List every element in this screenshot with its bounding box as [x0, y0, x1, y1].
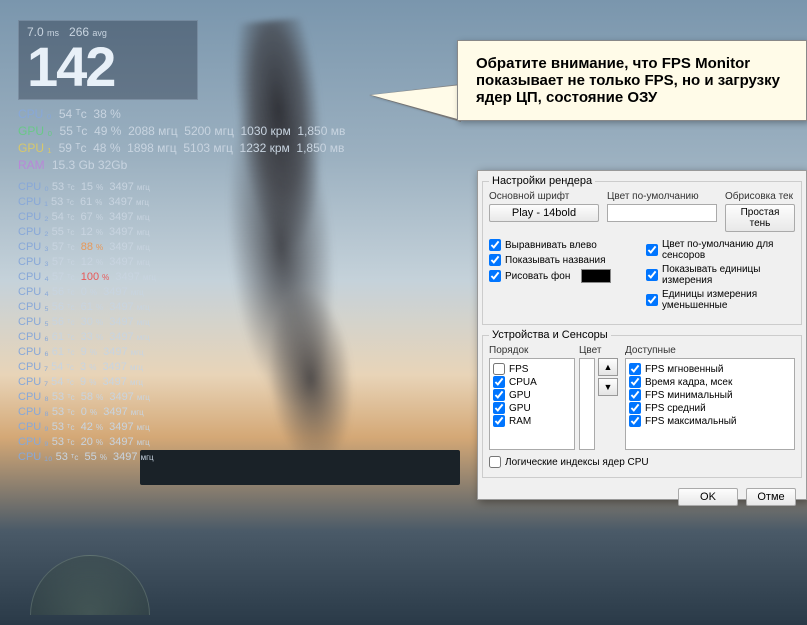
outline-label: Обрисовка тек	[725, 191, 795, 202]
cancel-button[interactable]: Отме	[746, 488, 796, 506]
show-units-checkbox[interactable]: Показывать единицы измерения	[646, 264, 795, 286]
settings-panel: Настройки рендера Основной шрифт Play - …	[477, 170, 807, 500]
default-color-label: Цвет по-умолчанию	[607, 191, 717, 202]
ok-button[interactable]: OK	[678, 488, 738, 506]
move-down-button[interactable]: ▼	[598, 378, 618, 396]
cpu-core-list: CPU ₀ 53 ᵀc 15 % 3497 мгцCPU ₁ 53 ᵀc 61 …	[18, 180, 345, 465]
logical-cores-checkbox[interactable]: Логические индексы ядер CPU	[489, 456, 795, 468]
small-units-checkbox[interactable]: Единицы измерения уменьшенные	[646, 289, 795, 311]
default-color-input[interactable]	[607, 204, 717, 222]
move-up-button[interactable]: ▲	[598, 358, 618, 376]
order-label: Порядок	[489, 345, 575, 356]
available-label: Доступные	[625, 345, 795, 356]
draw-bg-checkbox[interactable]: Рисовать фон	[489, 269, 638, 283]
sensors-group: Устройства и Сенсоры Порядок FPSCPUAGPUG…	[482, 329, 802, 478]
hardware-summary: CPU ₀ 54 ᵀc 38 %GPU ₀ 55 ᵀc 49 % 2088 мг…	[18, 106, 345, 174]
color2-label: Цвет	[579, 345, 619, 356]
fps-overlay: 7.0 ms 266 avg 142 CPU ₀ 54 ᵀc 38 %GPU ₀…	[18, 20, 345, 465]
render-settings-group: Настройки рендера Основной шрифт Play - …	[482, 175, 802, 325]
sensor-color-checkbox[interactable]: Цвет по-умолчанию для сенсоров	[646, 239, 795, 261]
speech-bubble: Обратите внимание, что FPS Monitor показ…	[457, 40, 807, 121]
fps-counter: 142	[27, 39, 189, 95]
available-listbox[interactable]: FPS мгновенныйВремя кадра, мсекFPS миним…	[625, 358, 795, 450]
sensors-legend: Устройства и Сенсоры	[489, 329, 611, 341]
bg-color-swatch[interactable]	[581, 269, 611, 283]
order-listbox[interactable]: FPSCPUAGPUGPURAM	[489, 358, 575, 450]
show-names-checkbox[interactable]: Показывать названия	[489, 254, 638, 266]
sensor-color-input[interactable]	[579, 358, 595, 450]
align-left-checkbox[interactable]: Выравнивать влево	[489, 239, 638, 251]
font-label: Основной шрифт	[489, 191, 599, 202]
render-legend: Настройки рендера	[489, 175, 595, 187]
font-button[interactable]: Play - 14bold	[489, 204, 599, 222]
outline-button[interactable]: Простая тень	[725, 204, 795, 232]
speech-tail	[371, 85, 461, 120]
fps-frame-box: 7.0 ms 266 avg 142	[18, 20, 198, 100]
